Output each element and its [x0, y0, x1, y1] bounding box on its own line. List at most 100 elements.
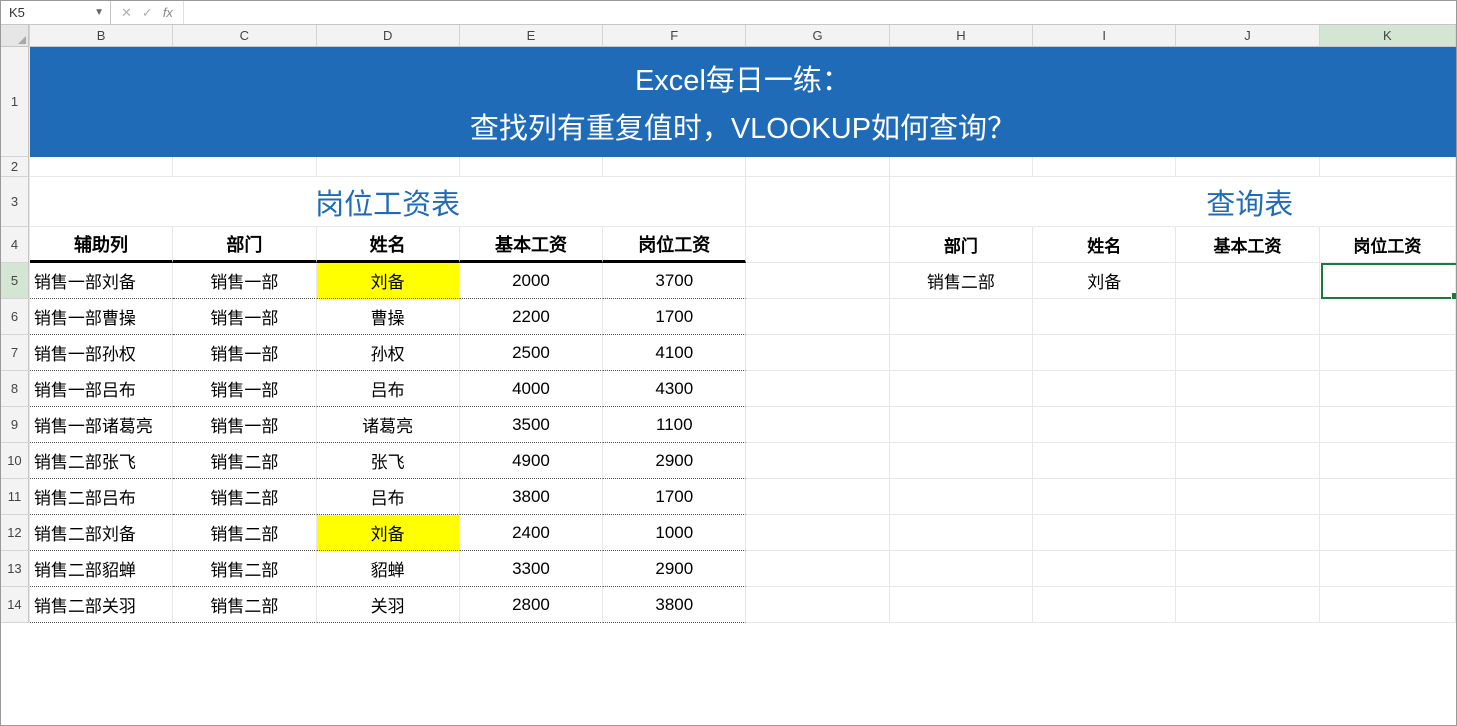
col-header-E[interactable]: E: [460, 25, 603, 47]
salary-pos[interactable]: 4100: [603, 335, 746, 371]
col-header-F[interactable]: F: [603, 25, 746, 47]
salary-aux[interactable]: 销售二部张飞: [30, 443, 173, 479]
salary-base[interactable]: 4000: [460, 371, 603, 407]
salary-base[interactable]: 2500: [460, 335, 603, 371]
row-header-10[interactable]: 10: [1, 443, 29, 479]
row-header-9[interactable]: 9: [1, 407, 29, 443]
salary-base[interactable]: 2400: [460, 515, 603, 551]
formula-input[interactable]: [192, 4, 1448, 21]
salary-name[interactable]: 貂蝉: [317, 551, 460, 587]
salary-pos[interactable]: 4300: [603, 371, 746, 407]
row-5: 5销售一部刘备销售一部刘备20003700销售二部刘备: [1, 263, 1456, 299]
query-title[interactable]: 查询表: [1176, 177, 1319, 227]
salary-h-base[interactable]: 基本工资: [460, 227, 603, 263]
salary-pos[interactable]: 1000: [603, 515, 746, 551]
query-dept[interactable]: 销售二部: [890, 263, 1033, 299]
salary-aux[interactable]: 销售二部吕布: [30, 479, 173, 515]
salary-aux[interactable]: 销售一部孙权: [30, 335, 173, 371]
enter-icon[interactable]: ✓: [142, 5, 153, 21]
row-header-7[interactable]: 7: [1, 335, 29, 371]
salary-aux[interactable]: 销售一部诸葛亮: [30, 407, 173, 443]
salary-dept[interactable]: 销售二部: [173, 515, 316, 551]
salary-h-dept[interactable]: 部门: [173, 227, 316, 263]
salary-dept[interactable]: 销售一部: [173, 371, 316, 407]
col-header-G[interactable]: G: [746, 25, 889, 47]
salary-name[interactable]: 刘备: [317, 263, 460, 299]
salary-aux[interactable]: 销售一部吕布: [30, 371, 173, 407]
query-name[interactable]: 刘备: [1033, 263, 1176, 299]
col-header-I[interactable]: I: [1033, 25, 1176, 47]
salary-aux[interactable]: 销售一部曹操: [30, 299, 173, 335]
row-header-2[interactable]: 2: [1, 157, 29, 177]
salary-dept[interactable]: 销售一部: [173, 299, 316, 335]
salary-base[interactable]: 2000: [460, 263, 603, 299]
salary-name[interactable]: 吕布: [317, 371, 460, 407]
salary-pos[interactable]: 1100: [603, 407, 746, 443]
salary-dept[interactable]: 销售二部: [173, 551, 316, 587]
salary-name[interactable]: 张飞: [317, 443, 460, 479]
salary-dept[interactable]: 销售二部: [173, 443, 316, 479]
salary-aux[interactable]: 销售二部貂蝉: [30, 551, 173, 587]
name-box[interactable]: ▼: [1, 1, 111, 24]
salary-base[interactable]: 3500: [460, 407, 603, 443]
salary-base[interactable]: 3800: [460, 479, 603, 515]
salary-dept[interactable]: 销售二部: [173, 587, 316, 623]
salary-name[interactable]: 孙权: [317, 335, 460, 371]
query-pos[interactable]: [1320, 263, 1456, 299]
salary-title[interactable]: 岗位工资表: [316, 177, 459, 227]
row-header-13[interactable]: 13: [1, 551, 29, 587]
banner-cell[interactable]: Excel每日一练： 查找列有重复值时，VLOOKUP如何查询？: [30, 47, 1456, 157]
col-header-K[interactable]: K: [1320, 25, 1456, 47]
col-header-H[interactable]: H: [890, 25, 1033, 47]
salary-name[interactable]: 关羽: [317, 587, 460, 623]
query-h-base[interactable]: 基本工资: [1176, 227, 1319, 263]
row-header-3[interactable]: 3: [1, 177, 29, 227]
salary-pos[interactable]: 1700: [603, 479, 746, 515]
row-header-12[interactable]: 12: [1, 515, 29, 551]
row-header-6[interactable]: 6: [1, 299, 29, 335]
salary-aux[interactable]: 销售一部刘备: [30, 263, 173, 299]
col-header-C[interactable]: C: [173, 25, 316, 47]
salary-pos[interactable]: 2900: [603, 551, 746, 587]
salary-base[interactable]: 3300: [460, 551, 603, 587]
select-all-corner[interactable]: [1, 25, 29, 47]
row-header-14[interactable]: 14: [1, 587, 29, 623]
salary-name[interactable]: 诸葛亮: [317, 407, 460, 443]
salary-h-name[interactable]: 姓名: [317, 227, 460, 263]
row-header-8[interactable]: 8: [1, 371, 29, 407]
salary-base[interactable]: 4900: [460, 443, 603, 479]
row-header-5[interactable]: 5: [1, 263, 29, 299]
salary-base[interactable]: 2200: [460, 299, 603, 335]
query-h-pos[interactable]: 岗位工资: [1320, 227, 1456, 263]
row-header-11[interactable]: 11: [1, 479, 29, 515]
col-header-J[interactable]: J: [1176, 25, 1319, 47]
salary-name[interactable]: 刘备: [317, 515, 460, 551]
salary-dept[interactable]: 销售一部: [173, 335, 316, 371]
salary-dept[interactable]: 销售一部: [173, 263, 316, 299]
chevron-down-icon[interactable]: ▼: [94, 7, 104, 18]
query-base[interactable]: [1176, 263, 1319, 299]
salary-name[interactable]: 吕布: [317, 479, 460, 515]
salary-aux[interactable]: 销售二部刘备: [30, 515, 173, 551]
salary-aux[interactable]: 销售二部关羽: [30, 587, 173, 623]
salary-pos[interactable]: 1700: [603, 299, 746, 335]
cancel-icon[interactable]: ✕: [121, 5, 132, 21]
query-h-dept[interactable]: 部门: [890, 227, 1033, 263]
salary-pos[interactable]: 3700: [603, 263, 746, 299]
name-box-input[interactable]: [7, 4, 77, 21]
salary-h-aux[interactable]: 辅助列: [30, 227, 173, 263]
salary-base[interactable]: 2800: [460, 587, 603, 623]
salary-dept[interactable]: 销售一部: [173, 407, 316, 443]
row-header-4[interactable]: 4: [1, 227, 29, 263]
salary-pos[interactable]: 3800: [603, 587, 746, 623]
salary-dept[interactable]: 销售二部: [173, 479, 316, 515]
row-header-1[interactable]: 1: [1, 47, 29, 157]
col-header-D[interactable]: D: [317, 25, 460, 47]
fx-icon[interactable]: fx: [163, 5, 173, 20]
salary-name[interactable]: 曹操: [317, 299, 460, 335]
col-header-B[interactable]: B: [30, 25, 173, 47]
grid: B C D E F G H I J K 1 Excel每日一练： 查找列有重复值…: [1, 25, 1456, 725]
query-h-name[interactable]: 姓名: [1033, 227, 1176, 263]
salary-pos[interactable]: 2900: [603, 443, 746, 479]
salary-h-pos[interactable]: 岗位工资: [603, 227, 746, 263]
